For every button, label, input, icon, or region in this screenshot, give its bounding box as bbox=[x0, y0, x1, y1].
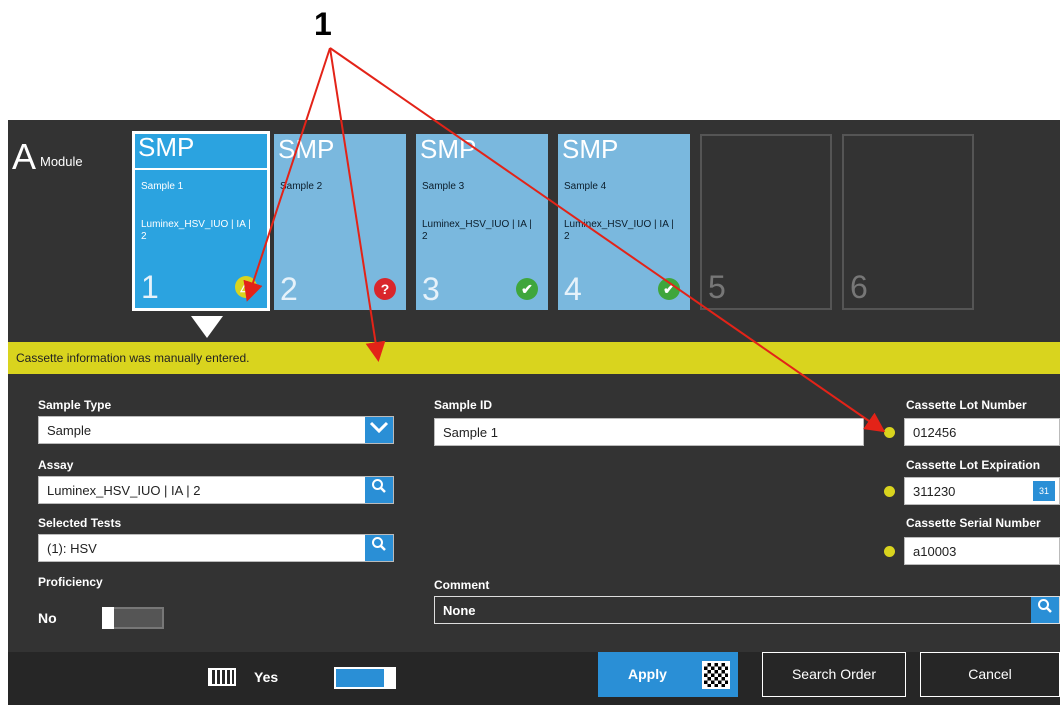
manual-entry-indicator bbox=[884, 546, 895, 557]
search-icon[interactable] bbox=[365, 535, 393, 561]
comment-label: Comment bbox=[434, 578, 490, 592]
sample-slot-2[interactable]: SMP Sample 2 2 ? bbox=[274, 134, 406, 310]
search-icon[interactable] bbox=[1031, 597, 1059, 623]
cassette-lot-number-input[interactable]: 012456 bbox=[904, 418, 1060, 446]
apply-button-label: Apply bbox=[628, 666, 667, 682]
cassette-lot-expiration-label: Cassette Lot Expiration bbox=[906, 458, 1041, 472]
apply-button[interactable]: Apply bbox=[598, 652, 738, 697]
manual-entry-indicator bbox=[884, 486, 895, 497]
keyboard-icon bbox=[208, 668, 236, 686]
slot-assay-name: Luminex_HSV_IUO | IA | 2 bbox=[564, 219, 674, 242]
search-icon[interactable] bbox=[365, 477, 393, 503]
selected-tests-value: (1): HSV bbox=[47, 541, 97, 556]
sample-slot-4[interactable]: SMP Sample 4 Luminex_HSV_IUO | IA | 2 4 … bbox=[558, 134, 690, 310]
action-bar: Yes Apply Search Order Cancel bbox=[8, 652, 1060, 705]
cassette-lot-expiration-value: 311230 bbox=[913, 484, 956, 499]
assay-field[interactable]: Luminex_HSV_IUO | IA | 2 bbox=[38, 476, 394, 504]
slot-type-label: SMP bbox=[138, 132, 195, 162]
slot-sample-name: Sample 1 bbox=[141, 181, 184, 192]
slot-number: 3 bbox=[422, 271, 440, 307]
module-panel: A Module SMP Sample 1 Luminex_HSV_IUO | … bbox=[8, 120, 1060, 705]
slot-sample-name: Sample 3 bbox=[422, 181, 465, 192]
sample-slot-1[interactable]: SMP Sample 1 Luminex_HSV_IUO | IA | 2 1 … bbox=[132, 131, 270, 311]
comment-value: None bbox=[443, 603, 476, 618]
slot-assay-name: Luminex_HSV_IUO | IA | 2 bbox=[422, 219, 532, 242]
sample-slot-6[interactable]: 6 bbox=[842, 134, 974, 310]
assay-label: Assay bbox=[38, 458, 74, 472]
sample-type-value: Sample bbox=[47, 423, 92, 438]
module-letter: A bbox=[12, 136, 37, 177]
keyboard-toggle-label: Yes bbox=[254, 669, 279, 685]
slot-number: 1 bbox=[141, 269, 159, 305]
slot-assay-name: Luminex_HSV_IUO | IA | 2 bbox=[141, 219, 251, 242]
proficiency-label: Proficiency bbox=[38, 575, 103, 589]
toggle-knob bbox=[102, 607, 114, 629]
sample-slot-3[interactable]: SMP Sample 3 Luminex_HSV_IUO | IA | 2 3 … bbox=[416, 134, 548, 310]
slot-sample-name: Sample 4 bbox=[564, 181, 607, 192]
manual-entry-indicator bbox=[884, 427, 895, 438]
sample-id-input[interactable]: Sample 1 bbox=[434, 418, 864, 446]
cassette-lot-number-value: 012456 bbox=[913, 425, 957, 440]
slot-type-label: SMP bbox=[420, 134, 477, 164]
comment-field[interactable]: None bbox=[434, 596, 1060, 624]
proficiency-value: No bbox=[38, 610, 57, 626]
cassette-serial-number-label: Cassette Serial Number bbox=[906, 516, 1041, 530]
sample-type-label: Sample Type bbox=[38, 398, 112, 412]
error-icon: ? bbox=[374, 278, 396, 300]
assay-value: Luminex_HSV_IUO | IA | 2 bbox=[47, 483, 201, 498]
check-icon: ✔ bbox=[516, 278, 538, 300]
barcode-scan-icon[interactable] bbox=[702, 661, 730, 689]
proficiency-toggle[interactable] bbox=[102, 607, 164, 629]
cassette-lot-number-label: Cassette Lot Number bbox=[906, 398, 1027, 412]
selected-tests-field[interactable]: (1): HSV bbox=[38, 534, 394, 562]
cassette-lot-expiration-input[interactable]: 311230 31 bbox=[904, 477, 1060, 505]
toggle-knob bbox=[384, 667, 396, 689]
selected-tests-label: Selected Tests bbox=[38, 516, 122, 530]
cancel-button[interactable]: Cancel bbox=[920, 652, 1060, 697]
module-label: Module bbox=[40, 154, 83, 169]
sample-id-value: Sample 1 bbox=[443, 425, 498, 440]
sample-id-label: Sample ID bbox=[434, 398, 493, 412]
slot-type-label: SMP bbox=[278, 134, 335, 164]
warning-icon: ⚠ bbox=[235, 276, 257, 298]
keyboard-toggle[interactable] bbox=[334, 667, 396, 689]
slot-sample-name: Sample 2 bbox=[280, 181, 323, 192]
search-order-button[interactable]: Search Order bbox=[762, 652, 906, 697]
slot-type-label: SMP bbox=[562, 134, 619, 164]
callout-number: 1 bbox=[314, 6, 332, 42]
slot-number: 6 bbox=[850, 269, 868, 305]
chevron-down-icon[interactable] bbox=[365, 417, 393, 443]
calendar-icon[interactable]: 31 bbox=[1033, 481, 1055, 501]
slot-number: 5 bbox=[708, 269, 726, 305]
sample-type-select[interactable]: Sample bbox=[38, 416, 394, 444]
selected-slot-pointer bbox=[191, 316, 223, 338]
banner-text: Cassette information was manually entere… bbox=[16, 351, 250, 365]
check-icon: ✔ bbox=[658, 278, 680, 300]
slot-number: 4 bbox=[564, 271, 582, 307]
sample-slot-5[interactable]: 5 bbox=[700, 134, 832, 310]
slot-number: 2 bbox=[280, 271, 298, 307]
cassette-serial-number-value: a10003 bbox=[913, 544, 957, 559]
cassette-serial-number-input[interactable]: a10003 bbox=[904, 537, 1060, 565]
slot-divider bbox=[135, 168, 267, 170]
warning-banner: Cassette information was manually entere… bbox=[8, 342, 1060, 374]
